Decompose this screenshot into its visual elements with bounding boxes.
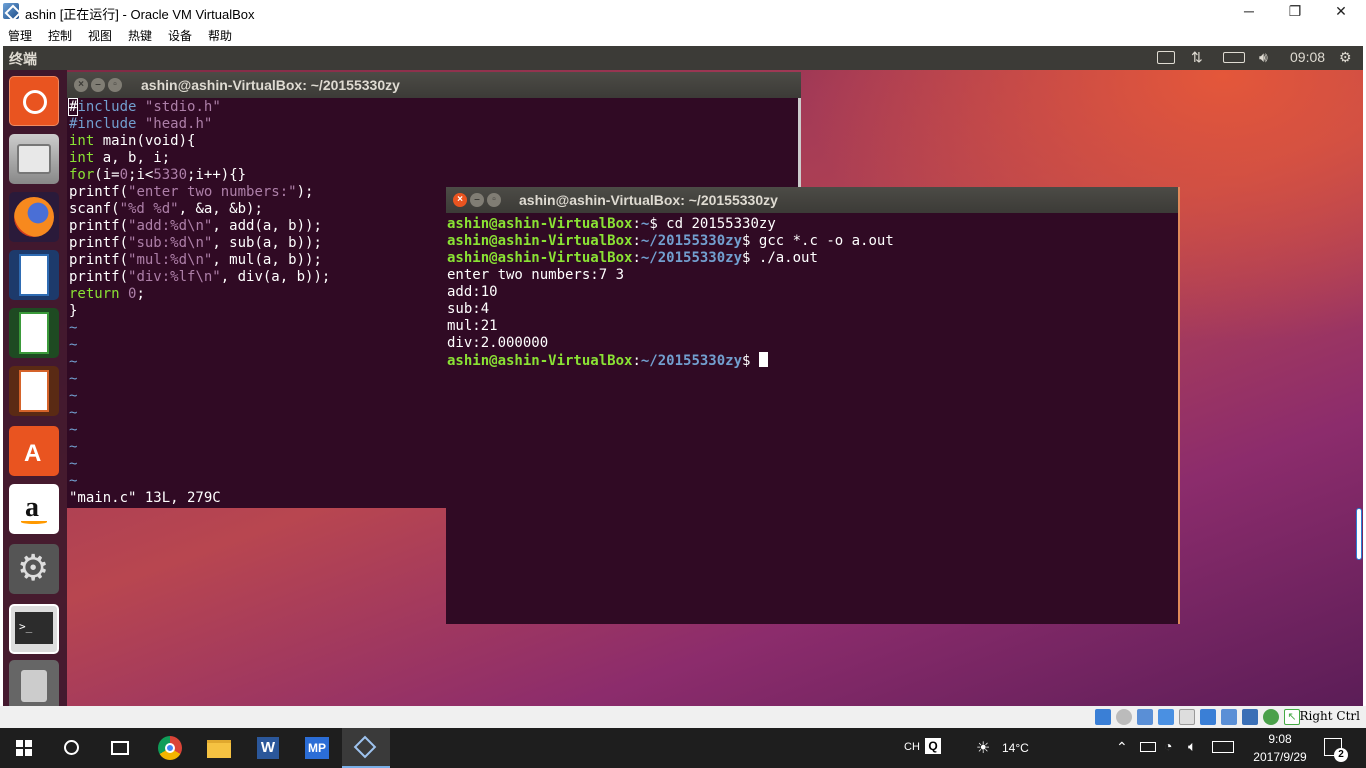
guest-screen: 终端 ⇅ 🔊︎ 09:08 ⚙ A a ⚙ >_ × – ▫ ashin@ash… (3, 46, 1363, 706)
terminal-output[interactable]: ashin@ashin-VirtualBox:~$ cd 20155330zy … (447, 216, 894, 369)
files-icon[interactable] (9, 134, 59, 184)
menu-help[interactable]: 帮助 (208, 27, 232, 44)
maximize-icon[interactable]: ▫ (487, 193, 501, 207)
taskbar-date[interactable]: 2017/9/29 (1242, 750, 1318, 764)
volume-icon[interactable]: 🔊︎ (1259, 49, 1268, 66)
libreoffice-calc-icon[interactable] (9, 308, 59, 358)
minimize-icon[interactable]: – (470, 193, 484, 207)
word-icon[interactable]: W (244, 728, 292, 768)
weather-icon[interactable]: ☀ (976, 738, 990, 758)
ime-mode-icon[interactable]: Q (925, 738, 941, 754)
windows-taskbar: W MP CH Q ☀ 14°C ⌃ ◔ 🔈︎ 9:08 2017/9/29 2 (0, 728, 1366, 768)
menu-view[interactable]: 视图 (88, 27, 112, 44)
minimize-button[interactable]: ─ (1226, 1, 1272, 22)
keyboard-tray-icon[interactable] (1212, 741, 1234, 753)
search-button[interactable] (48, 728, 96, 768)
run-terminal-titlebar[interactable]: × – ▫ ashin@ashin-VirtualBox: ~/20155330zy (446, 187, 1178, 213)
window-title: ashin [正在运行] - Oracle VM VirtualBox (25, 7, 255, 22)
terminal-icon[interactable]: >_ (9, 604, 59, 654)
wifi-icon[interactable]: ◔ (1164, 738, 1172, 754)
start-button[interactable] (0, 728, 48, 768)
firefox-icon[interactable] (9, 192, 59, 242)
host-menubar: 管理 控制 视图 热键 设备 帮助 (0, 23, 1366, 46)
minimize-icon[interactable]: – (91, 78, 105, 92)
settings-icon[interactable]: ⚙ (1339, 49, 1352, 66)
vim-terminal-titlebar[interactable]: × – ▫ ashin@ashin-VirtualBox: ~/20155330zy (67, 72, 801, 98)
guest-top-panel: 终端 ⇅ 🔊︎ 09:08 ⚙ (3, 46, 1363, 70)
menu-hotkey[interactable]: 热键 (128, 27, 152, 44)
chrome-icon[interactable] (146, 728, 194, 768)
ubuntu-dash-icon[interactable] (9, 76, 59, 126)
amazon-icon[interactable]: a (9, 484, 59, 534)
run-terminal-window[interactable]: × – ▫ ashin@ashin-VirtualBox: ~/20155330zy… (446, 187, 1180, 624)
libreoffice-writer-icon[interactable] (9, 250, 59, 300)
maximize-icon[interactable]: ▫ (108, 78, 122, 92)
battery-tray-icon[interactable] (1140, 742, 1156, 752)
task-view-button[interactable] (96, 728, 144, 768)
vim-status-line: "main.c" 13L, 279C (69, 490, 221, 506)
keyboard-icon[interactable] (1157, 51, 1175, 64)
network-adapter-icon[interactable] (1158, 709, 1174, 725)
show-hidden-icons-icon[interactable]: ⌃ (1116, 739, 1128, 756)
battery-icon[interactable] (1223, 52, 1245, 63)
menu-control[interactable]: 控制 (48, 27, 72, 44)
vim-terminal-title: ashin@ashin-VirtualBox: ~/20155330zy (141, 77, 400, 93)
volume-muted-icon[interactable]: 🔈︎ (1188, 738, 1196, 755)
optical-drive-icon[interactable] (1116, 709, 1132, 725)
weather-temp[interactable]: 14°C (1002, 741, 1029, 755)
host-statusbar: ↖ Right Ctrl (0, 706, 1366, 728)
clock[interactable]: 09:08 (1290, 49, 1325, 65)
shared-folders-icon[interactable] (1200, 709, 1216, 725)
libreoffice-impress-icon[interactable] (9, 366, 59, 416)
mp-app-icon[interactable]: MP (293, 728, 341, 768)
terminal-cursor (758, 352, 768, 367)
menu-manage[interactable]: 管理 (8, 27, 32, 44)
trash-icon[interactable] (9, 660, 59, 706)
virtualbox-taskbar-icon[interactable] (342, 728, 390, 768)
run-terminal-title: ashin@ashin-VirtualBox: ~/20155330zy (519, 192, 778, 208)
system-settings-icon[interactable]: ⚙ (9, 544, 59, 594)
display-icon[interactable] (1221, 709, 1237, 725)
notification-count-badge: 2 (1334, 748, 1348, 762)
file-explorer-icon[interactable] (195, 728, 243, 768)
close-icon[interactable]: × (453, 193, 467, 207)
harddisk-icon[interactable] (1095, 709, 1111, 725)
ubuntu-software-icon[interactable]: A (9, 426, 59, 476)
usb-icon[interactable] (1179, 709, 1195, 725)
close-button[interactable]: ✕ (1318, 1, 1364, 22)
host-scrollbar-indicator[interactable] (1356, 508, 1362, 560)
maximize-button[interactable]: ❐ (1272, 1, 1318, 22)
vim-buffer[interactable]: #include "stdio.h" #include "head.h" int… (67, 98, 330, 507)
virtualbox-icon (3, 3, 19, 19)
audio-icon[interactable] (1137, 709, 1153, 725)
taskbar-time[interactable]: 9:08 (1250, 732, 1310, 746)
unity-launcher: A a ⚙ >_ (3, 70, 67, 706)
recording-icon[interactable] (1242, 709, 1258, 725)
close-icon[interactable]: × (74, 78, 88, 92)
network-icon[interactable]: ⇅ (1191, 49, 1203, 66)
menu-devices[interactable]: 设备 (168, 27, 192, 44)
mouse-integration-icon[interactable]: ↖ (1284, 709, 1300, 725)
host-key-label: Right Ctrl (1299, 709, 1361, 723)
active-app-title: 终端 (9, 51, 37, 67)
host-window-titlebar: ashin [正在运行] - Oracle VM VirtualBox ─ ❐ … (0, 0, 1366, 23)
ime-indicator[interactable]: CH (904, 741, 920, 753)
cpu-icon[interactable] (1263, 709, 1279, 725)
